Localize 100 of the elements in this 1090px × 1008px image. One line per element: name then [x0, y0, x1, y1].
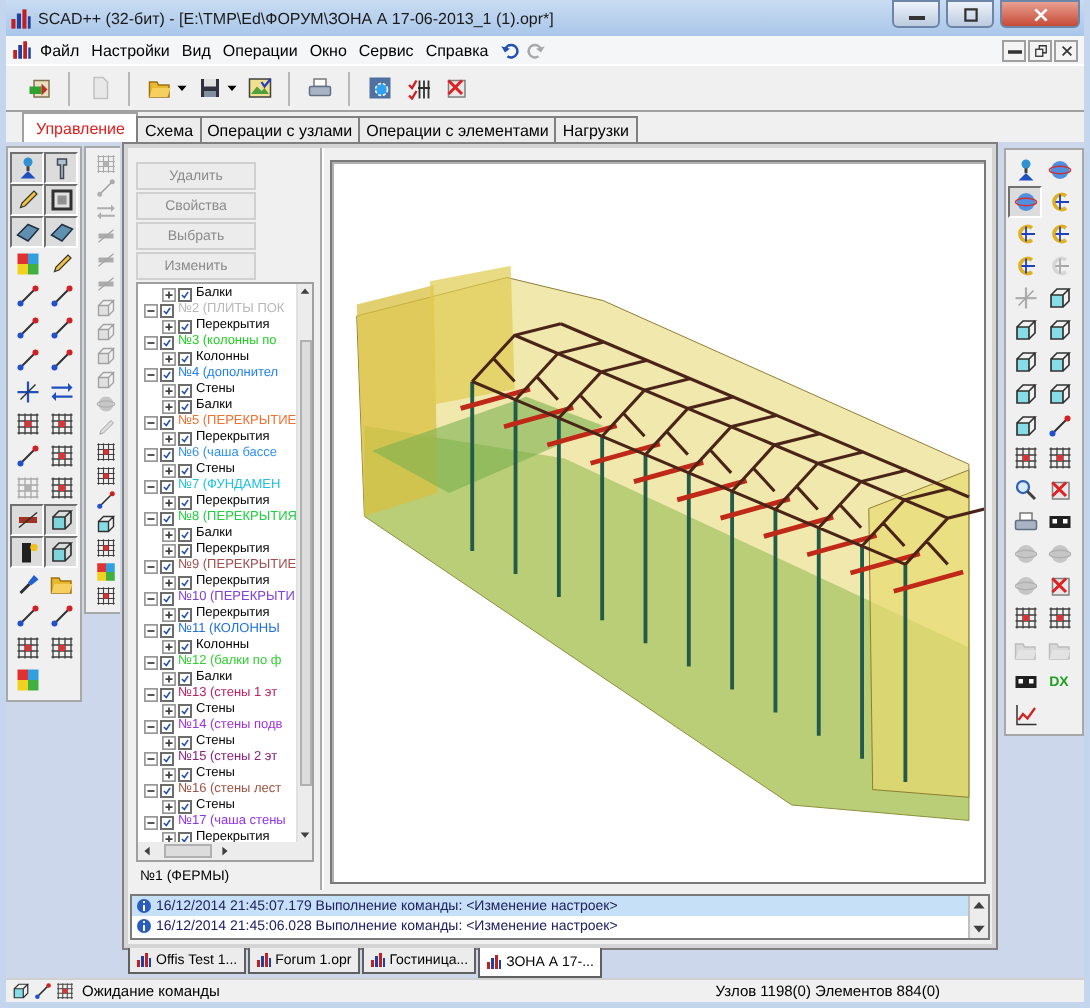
expand-icon[interactable] [162, 543, 176, 557]
minimize-button[interactable] [892, 0, 940, 28]
minimize-button[interactable] [1002, 39, 1026, 61]
restore-button[interactable] [1028, 39, 1052, 61]
collapse-icon[interactable] [144, 559, 158, 573]
toolbar-button[interactable] [44, 184, 78, 216]
collapse-icon[interactable] [144, 783, 158, 797]
toolbar-button[interactable] [10, 216, 44, 248]
expand-icon[interactable] [162, 431, 176, 445]
expand-icon[interactable] [162, 767, 176, 781]
checkbox[interactable] [178, 351, 192, 365]
checkbox[interactable] [178, 767, 192, 781]
checkbox[interactable] [178, 543, 192, 557]
toolbar-button[interactable] [10, 504, 44, 536]
checkbox[interactable] [160, 719, 174, 733]
collapse-icon[interactable] [144, 815, 158, 829]
checkbox[interactable] [178, 799, 192, 813]
checkbox[interactable] [178, 495, 192, 509]
menu-item[interactable]: Сервис [352, 41, 420, 59]
checkbox[interactable] [160, 479, 174, 493]
tab[interactable]: Операции с элементами [358, 116, 557, 142]
close-button[interactable] [1054, 39, 1078, 61]
checkbox[interactable] [160, 623, 174, 637]
toolbar-button[interactable] [44, 536, 78, 568]
expand-icon[interactable] [162, 399, 176, 413]
maximize-button[interactable] [946, 0, 994, 28]
collapse-icon[interactable] [144, 415, 158, 429]
collapse-icon[interactable] [144, 303, 158, 317]
checkbox[interactable] [178, 607, 192, 621]
checkbox[interactable] [160, 367, 174, 381]
expand-icon[interactable] [162, 527, 176, 541]
checkbox[interactable] [178, 575, 192, 589]
menu-item[interactable]: Файл [34, 41, 86, 59]
expand-icon[interactable] [162, 319, 176, 333]
checkbox[interactable] [160, 447, 174, 461]
viewport[interactable] [330, 160, 986, 884]
checkbox[interactable] [160, 559, 174, 573]
collapse-icon[interactable] [144, 479, 158, 493]
expand-icon[interactable] [162, 495, 176, 509]
app-menu-icon[interactable] [12, 40, 32, 60]
tab[interactable]: Операции с узлами [199, 116, 361, 142]
tab[interactable]: Нагрузки [554, 116, 637, 142]
expand-icon[interactable] [162, 639, 176, 653]
checkbox[interactable] [160, 751, 174, 765]
checkbox[interactable] [178, 319, 192, 333]
checkbox[interactable] [160, 591, 174, 605]
checkbox[interactable] [160, 303, 174, 317]
expand-icon[interactable] [162, 463, 176, 477]
collapse-icon[interactable] [144, 687, 158, 701]
checkbox[interactable] [178, 287, 192, 301]
collapse-icon[interactable] [144, 623, 158, 637]
toolbar-button[interactable] [10, 536, 44, 568]
expand-icon[interactable] [162, 735, 176, 749]
expand-icon[interactable] [162, 287, 176, 301]
menu-item[interactable]: Вид [175, 41, 217, 59]
checkbox[interactable] [178, 383, 192, 397]
checkbox[interactable] [178, 463, 192, 477]
toolbar-button[interactable] [10, 184, 44, 216]
checkbox[interactable] [178, 671, 192, 685]
checkbox[interactable] [178, 431, 192, 445]
checkbox[interactable] [160, 687, 174, 701]
menu-item[interactable]: Справка [419, 41, 495, 59]
expand-icon[interactable] [162, 575, 176, 589]
toolbar-button[interactable] [44, 504, 78, 536]
checkbox[interactable] [178, 527, 192, 541]
collapse-icon[interactable] [144, 335, 158, 349]
undo-icon[interactable] [500, 40, 521, 60]
horizontal-scrollbar[interactable] [138, 842, 312, 860]
expand-icon[interactable] [162, 607, 176, 621]
checkbox[interactable] [160, 335, 174, 349]
expand-icon[interactable] [162, 799, 176, 813]
checkbox[interactable] [178, 735, 192, 749]
tab[interactable]: Схема [136, 116, 202, 142]
checkbox[interactable] [160, 655, 174, 669]
collapse-icon[interactable] [144, 591, 158, 605]
expand-icon[interactable] [162, 671, 176, 685]
checkbox[interactable] [178, 639, 192, 653]
toolbar-button[interactable] [44, 152, 78, 184]
vertical-scrollbar[interactable] [296, 284, 312, 842]
tab[interactable]: Управление [22, 112, 139, 142]
menu-item[interactable]: Настройки [85, 41, 176, 59]
toolbar-button[interactable] [10, 152, 44, 184]
checkbox[interactable] [178, 399, 192, 413]
expand-icon[interactable] [162, 351, 176, 365]
expand-icon[interactable] [162, 703, 176, 717]
checkbox[interactable] [160, 415, 174, 429]
checkbox[interactable] [160, 783, 174, 797]
collapse-icon[interactable] [144, 751, 158, 765]
collapse-icon[interactable] [144, 655, 158, 669]
checkbox[interactable] [160, 511, 174, 525]
checkbox[interactable] [178, 703, 192, 717]
vertical-scrollbar[interactable] [968, 896, 988, 938]
expand-icon[interactable] [162, 383, 176, 397]
collapse-icon[interactable] [144, 719, 158, 733]
menu-item[interactable]: Операции [216, 41, 304, 59]
checkbox[interactable] [160, 815, 174, 829]
collapse-icon[interactable] [144, 367, 158, 381]
collapse-icon[interactable] [144, 447, 158, 461]
menu-item[interactable]: Окно [303, 41, 353, 59]
collapse-icon[interactable] [144, 511, 158, 525]
